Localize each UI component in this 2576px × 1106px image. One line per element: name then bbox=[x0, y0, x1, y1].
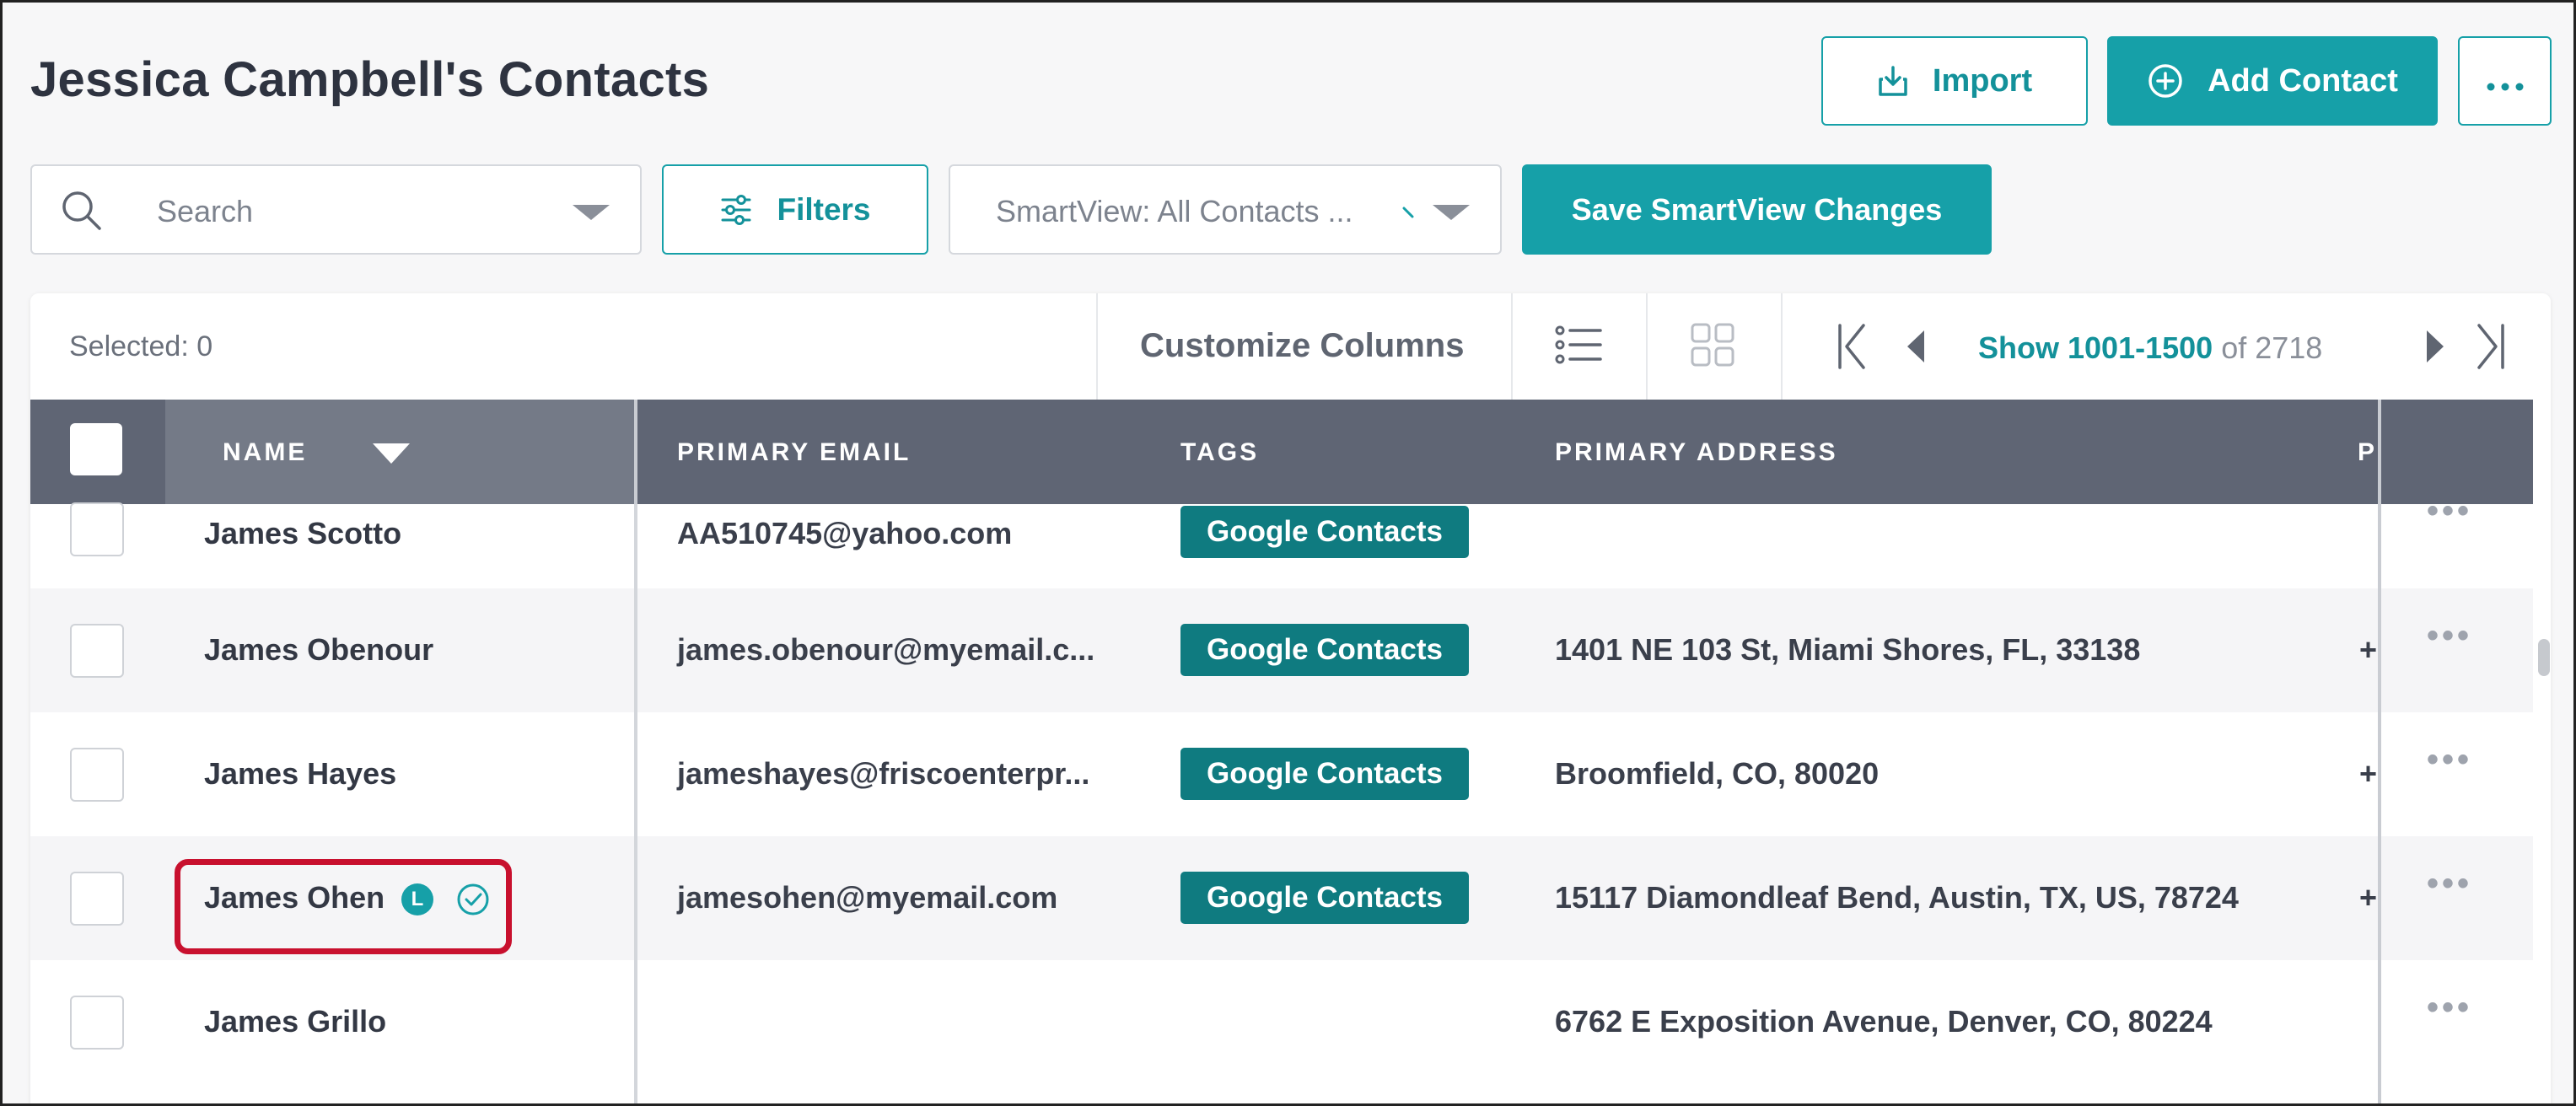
first-page-icon[interactable] bbox=[1835, 322, 1869, 375]
plus-circle-icon bbox=[2147, 62, 2184, 99]
import-label: Import bbox=[1932, 62, 2033, 99]
next-page-icon[interactable] bbox=[2423, 329, 2447, 368]
table-row[interactable]: James Grillo 6762 E Exposition Avenue, D… bbox=[30, 960, 2533, 1084]
row-more-icon[interactable]: ••• bbox=[2427, 865, 2472, 903]
add-contact-button[interactable]: Add Contact bbox=[2107, 36, 2438, 126]
table-row[interactable]: James Scotto AA510745@yahoo.com Google C… bbox=[30, 484, 2533, 588]
tag-badge: Google Contacts bbox=[1180, 748, 1469, 800]
contact-address: Broomfield, CO, 80020 bbox=[1555, 756, 1880, 791]
last-page-icon[interactable] bbox=[2474, 322, 2508, 375]
contact-email[interactable]: AA510745@yahoo.com bbox=[677, 516, 1012, 551]
row-more-icon[interactable]: ••• bbox=[2427, 741, 2472, 779]
contact-address: 15117 Diamondleaf Bend, Austin, TX, US, … bbox=[1555, 880, 2239, 915]
smartview-select[interactable]: SmartView: All Contacts ... bbox=[949, 164, 1502, 255]
column-header-email[interactable]: PRIMARY EMAIL bbox=[677, 438, 911, 467]
row-checkbox[interactable] bbox=[70, 996, 124, 1050]
pagination-info: Show 1001-1500 of 2718 bbox=[1978, 330, 2322, 366]
row-more-icon[interactable]: ••• bbox=[2427, 492, 2472, 530]
search-field[interactable]: Search bbox=[30, 164, 642, 255]
highlight-box bbox=[175, 859, 512, 954]
contact-phone: + bbox=[2359, 632, 2378, 667]
row-checkbox[interactable] bbox=[70, 502, 124, 556]
import-icon bbox=[1877, 64, 1909, 98]
contact-email[interactable]: jameshayes@friscoenterpr... bbox=[677, 756, 1089, 792]
scrollbar-thumb[interactable] bbox=[2538, 639, 2550, 676]
toolbar-divider bbox=[1511, 293, 1513, 400]
row-more-icon[interactable]: ••• bbox=[2427, 989, 2472, 1027]
import-button[interactable]: Import bbox=[1821, 36, 2088, 126]
actions-column-divider bbox=[2378, 400, 2381, 1103]
toolbar-divider bbox=[1781, 293, 1783, 400]
column-header-name[interactable]: NAME bbox=[223, 438, 307, 467]
save-smartview-button[interactable]: Save SmartView Changes bbox=[1522, 164, 1992, 255]
name-column-divider bbox=[634, 504, 637, 1103]
customize-columns-button[interactable]: Customize Columns bbox=[1140, 327, 1464, 365]
select-all-checkbox[interactable] bbox=[70, 423, 122, 475]
contact-name[interactable]: James Scotto bbox=[204, 516, 401, 551]
toolbar-divider bbox=[1646, 293, 1648, 400]
sort-desc-icon[interactable] bbox=[373, 443, 410, 464]
table-row[interactable]: James Hayes jameshayes@friscoenterpr... … bbox=[30, 712, 2533, 836]
search-input[interactable]: Search bbox=[157, 194, 253, 229]
contact-address: 6762 E Exposition Avenue, Denver, CO, 80… bbox=[1555, 1004, 2213, 1039]
column-header-address[interactable]: PRIMARY ADDRESS bbox=[1555, 438, 1838, 467]
previous-page-icon[interactable] bbox=[1904, 329, 1928, 368]
chevron-down-icon[interactable] bbox=[1433, 205, 1470, 220]
column-header-phone[interactable]: P bbox=[2358, 438, 2377, 467]
filters-button[interactable]: Filters bbox=[662, 164, 928, 255]
row-checkbox[interactable] bbox=[70, 872, 124, 926]
contact-phone: + bbox=[2359, 756, 2378, 791]
toolbar-divider bbox=[1096, 293, 1098, 400]
list-view-icon[interactable] bbox=[1555, 324, 1602, 370]
contact-name[interactable]: James Hayes bbox=[204, 756, 396, 792]
chevron-down-icon[interactable] bbox=[573, 205, 610, 220]
app-window: Jessica Campbell's Contacts Import Add C… bbox=[0, 0, 2576, 1106]
contact-email[interactable]: james.obenour@myemail.c... bbox=[677, 632, 1094, 668]
tag-badge: Google Contacts bbox=[1180, 506, 1469, 558]
tag-badge: Google Contacts bbox=[1180, 872, 1469, 924]
row-checkbox[interactable] bbox=[70, 624, 124, 678]
pagination-show-label: Show bbox=[1978, 330, 2059, 365]
row-checkbox[interactable] bbox=[70, 748, 124, 802]
pagination-total: of 2718 bbox=[2221, 330, 2323, 365]
table-row[interactable]: James Obenour james.obenour@myemail.c...… bbox=[30, 588, 2533, 712]
column-header-tags[interactable]: TAGS bbox=[1180, 438, 1259, 467]
tag-badge: Google Contacts bbox=[1180, 624, 1469, 676]
contact-name[interactable]: James Grillo bbox=[204, 1004, 386, 1039]
contact-address: 1401 NE 103 St, Miami Shores, FL, 33138 bbox=[1555, 632, 2141, 667]
save-smartview-label: Save SmartView Changes bbox=[1571, 191, 1943, 227]
smartview-value: SmartView: All Contacts ... bbox=[996, 194, 1353, 228]
contact-name[interactable]: James Obenour bbox=[204, 632, 433, 668]
more-actions-button[interactable] bbox=[2458, 36, 2552, 126]
selected-count: Selected: 0 bbox=[69, 330, 213, 362]
pagination-range: 1001-1500 bbox=[2068, 330, 2213, 365]
row-more-icon[interactable]: ••• bbox=[2427, 617, 2472, 655]
loading-spinner-icon bbox=[1401, 203, 1417, 220]
grid-view-icon[interactable] bbox=[1690, 322, 1735, 372]
filters-label: Filters bbox=[777, 191, 871, 227]
more-horizontal-icon bbox=[2486, 63, 2525, 99]
search-icon bbox=[59, 188, 105, 238]
page-title: Jessica Campbell's Contacts bbox=[30, 52, 710, 107]
table-toolbar: Selected: 0 Customize Columns Show 1001-… bbox=[30, 293, 2551, 400]
add-contact-label: Add Contact bbox=[2208, 62, 2398, 99]
sliders-icon bbox=[719, 193, 753, 227]
contact-email[interactable]: jamesohen@myemail.com bbox=[677, 880, 1057, 915]
contacts-table-panel: Selected: 0 Customize Columns Show 1001-… bbox=[30, 293, 2551, 1103]
vertical-scrollbar[interactable] bbox=[2533, 400, 2551, 1103]
contact-phone: + bbox=[2359, 880, 2378, 915]
